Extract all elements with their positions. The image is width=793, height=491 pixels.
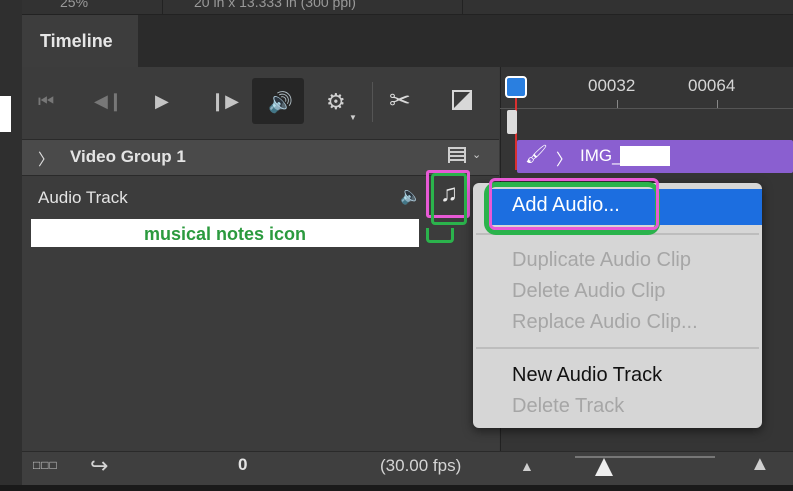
ruler-tick xyxy=(617,100,618,108)
previous-frame-icon[interactable]: ◀❙ xyxy=(94,91,123,111)
play-icon[interactable]: ▶ xyxy=(155,91,169,111)
time-ruler xyxy=(500,108,793,109)
frames-view-icon[interactable]: □□□ xyxy=(33,458,58,472)
speaker-icon: 🔊 xyxy=(268,92,293,114)
annotation-pink-outline xyxy=(489,178,659,230)
status-divider xyxy=(462,0,463,14)
tab-timeline-label: Timeline xyxy=(40,31,113,51)
chevron-down-icon[interactable]: ⌄ xyxy=(472,148,481,161)
ruler-label: 00032 xyxy=(588,76,636,95)
zoom-slider-thumb[interactable] xyxy=(595,458,613,476)
menu-item-replace-audio-clip: Replace Audio Clip... xyxy=(512,311,698,333)
zoom-readout: 25% xyxy=(60,0,89,10)
gear-icon[interactable]: ⚙ xyxy=(326,89,346,115)
current-frame-value: 0 xyxy=(238,455,248,474)
window-bottom-edge xyxy=(0,485,793,491)
ruler-tick xyxy=(717,100,718,108)
menu-separator xyxy=(476,347,759,349)
render-video-icon[interactable]: ↪ xyxy=(90,453,108,479)
annotation-callout-text: musical notes icon xyxy=(143,224,307,244)
speaker-icon[interactable]: 🔈 xyxy=(400,186,421,206)
toolbar-divider xyxy=(372,82,373,122)
film-strip-icon[interactable] xyxy=(448,147,466,163)
goto-first-frame-icon[interactable]: ⏮ xyxy=(38,91,54,111)
musical-notes-icon[interactable]: ♫ xyxy=(440,180,458,208)
menu-item-new-audio-track[interactable]: New Audio Track xyxy=(512,364,662,387)
zoom-out-icon[interactable]: ▲ xyxy=(520,458,534,474)
work-area-start-handle[interactable] xyxy=(507,110,517,134)
transition-icon-fill xyxy=(454,92,470,108)
zoom-in-icon[interactable]: ▲ xyxy=(750,453,770,476)
video-group-label: Video Group 1 xyxy=(70,147,186,166)
frame-rate-label: (30.00 fps) xyxy=(380,456,462,475)
settings-caret-icon: ▼ xyxy=(349,113,357,122)
audio-track-label: Audio Track xyxy=(38,188,128,207)
next-frame-icon[interactable]: ❙▶ xyxy=(210,91,239,111)
chevron-right-icon[interactable]: 〉 xyxy=(38,146,54,170)
status-band: 25% 20 in x 13.333 in (300 ppi) xyxy=(22,0,793,15)
status-divider xyxy=(162,0,163,14)
annotation-green-hook xyxy=(426,228,454,243)
chevron-right-icon[interactable]: 〉 xyxy=(556,146,572,170)
document-dimensions: 20 in x 13.333 in (300 ppi) xyxy=(194,0,356,10)
menu-item-delete-audio-clip: Delete Audio Clip xyxy=(512,280,666,302)
layers-panel xyxy=(22,67,499,451)
left-strip-swatch xyxy=(0,96,11,132)
menu-item-duplicate-audio-clip: Duplicate Audio Clip xyxy=(512,249,691,271)
brush-icon: 🖌 xyxy=(525,144,548,164)
menu-item-delete-track: Delete Track xyxy=(512,395,625,417)
redaction-box xyxy=(620,146,670,166)
playhead-handle[interactable] xyxy=(505,76,527,98)
scissors-icon[interactable]: ✂ xyxy=(389,85,411,116)
left-tool-strip xyxy=(0,0,23,491)
ruler-label: 00064 xyxy=(688,76,736,95)
